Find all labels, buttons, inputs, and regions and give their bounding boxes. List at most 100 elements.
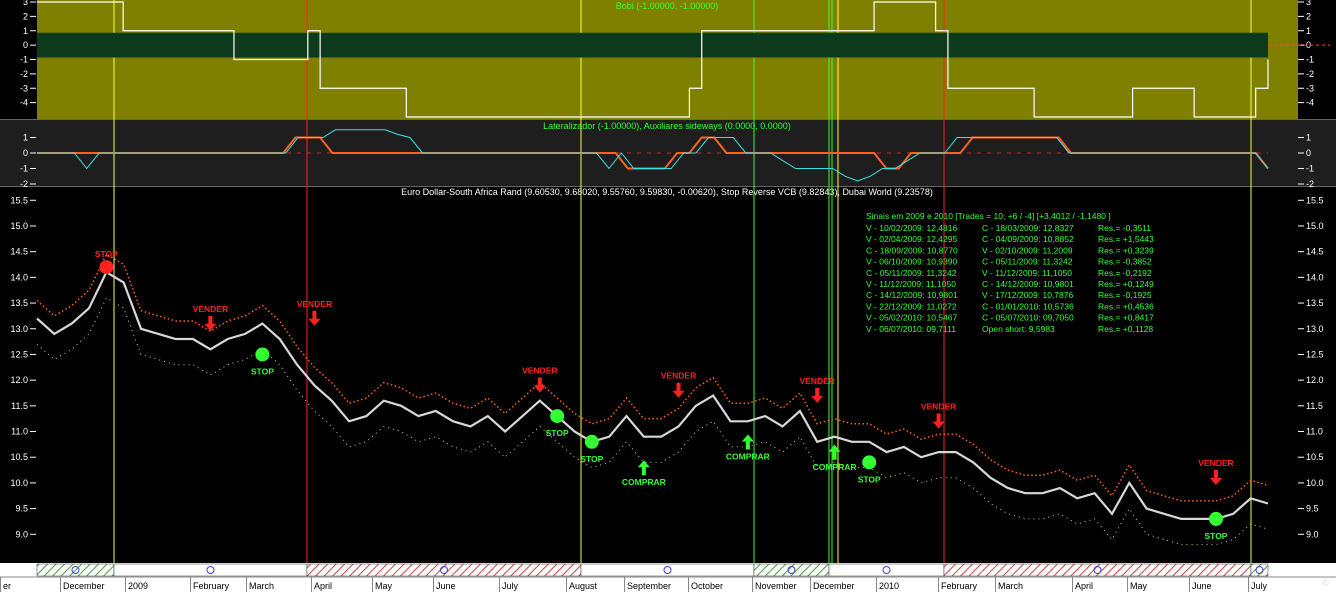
signal-label: STOP xyxy=(251,366,274,376)
timeline-segment xyxy=(943,563,1252,577)
signal-label: VENDER xyxy=(297,299,332,309)
price-ytick-right: 12.0 xyxy=(1306,375,1324,385)
bobi-ytick-right: 2 xyxy=(1306,11,1311,21)
price-ytick-left: 13.0 xyxy=(10,324,28,334)
copyright-mark: © xyxy=(1322,578,1329,588)
timeline-month-label: February xyxy=(193,581,230,591)
signal-label: VENDER xyxy=(193,304,228,314)
stats-row-close: C - 14/12/2009: 10,9801 xyxy=(982,279,1074,289)
stats-row-result: Res.= -0,2192 xyxy=(1098,268,1152,278)
signal-label: STOP xyxy=(580,454,603,464)
price-ytick-left: 14.5 xyxy=(10,247,28,257)
bobi-ytick-right: 1 xyxy=(1306,26,1311,36)
stats-row-close: V - 17/12/2009: 10,7876 xyxy=(982,290,1073,300)
lateral-ytick-left: -2 xyxy=(20,179,28,189)
stats-row-open: V - 10/02/2009: 12,4816 xyxy=(866,223,957,233)
price-ytick-right: 15.0 xyxy=(1306,221,1324,231)
timeline-segment xyxy=(1250,563,1269,577)
buy-stop-circle xyxy=(584,434,599,449)
signal-label: COMPRAR xyxy=(622,477,666,487)
stats-row-result: Res.= +0,1128 xyxy=(1098,324,1153,334)
price-ytick-right: 14.5 xyxy=(1306,247,1324,257)
timeline-segment xyxy=(113,563,308,577)
timeline-segment xyxy=(753,563,830,577)
signal-label: STOP xyxy=(1204,531,1227,541)
signal-label: VENDER xyxy=(799,376,834,386)
stats-row-open: V - 05/02/2010: 10,5467 xyxy=(866,313,957,323)
timeline-month-label: March xyxy=(249,581,274,591)
price-ytick-left: 10.5 xyxy=(10,452,28,462)
lateral-ytick-right: -2 xyxy=(1306,179,1314,189)
stats-header: Sinais em 2009 e 2010 [Trades = 10; +6 /… xyxy=(866,211,1111,221)
timeline-month-label: April xyxy=(314,581,332,591)
timeline-segment xyxy=(36,563,115,577)
bobi-ytick-left: 2 xyxy=(23,11,28,21)
price-ytick-right: 13.0 xyxy=(1306,324,1324,334)
timeline-month-label: July xyxy=(1251,581,1268,591)
signal-label: VENDER xyxy=(661,371,696,381)
bobi-pane-bg xyxy=(0,0,1336,119)
buy-stop-circle xyxy=(255,347,270,362)
timeline-month-label: December xyxy=(63,581,105,591)
timeline-month-label: October xyxy=(691,581,723,591)
stats-row-open: V - 22/12/2009: 11,0272 xyxy=(866,301,957,311)
price-ytick-left: 14.0 xyxy=(10,272,28,282)
signal-label: STOP xyxy=(858,474,881,484)
timeline-month-label: March xyxy=(998,581,1023,591)
stats-row-result: Res.= +0,1249 xyxy=(1098,279,1154,289)
bobi-ytick-left: -2 xyxy=(20,69,28,79)
bobi-ytick-left: -1 xyxy=(20,55,28,65)
bobi-ytick-right: 3 xyxy=(1306,0,1311,7)
stats-row-result: Res.= +0,3239 xyxy=(1098,245,1154,255)
signal-label: VENDER xyxy=(522,366,557,376)
price-ytick-right: 11.0 xyxy=(1306,427,1323,437)
price-ytick-left: 11.5 xyxy=(11,401,28,411)
signal-label: COMPRAR xyxy=(813,462,857,472)
stats-row-open: V - 11/12/2009: 11,1050 xyxy=(866,279,956,289)
lateral-ytick-right: 1 xyxy=(1306,133,1311,143)
timeline-month-label: July xyxy=(502,581,519,591)
signal-label: COMPRAR xyxy=(726,452,770,462)
price-ytick-right: 14.0 xyxy=(1306,272,1324,282)
bobi-ytick-left: 0 xyxy=(23,40,28,50)
stats-row-close: C - 05/07/2010: 09,7050 xyxy=(982,313,1074,323)
price-ytick-right: 13.5 xyxy=(1306,298,1324,308)
price-ytick-right: 11.5 xyxy=(1306,401,1323,411)
stats-row-close: Open short: 9,5983 xyxy=(982,324,1055,334)
signal-label: VENDER xyxy=(1198,458,1233,468)
timeline-month-label: 2009 xyxy=(128,581,148,591)
timeline-month-label: April xyxy=(1075,581,1093,591)
bobi-ytick-left: 1 xyxy=(23,26,28,36)
buy-stop-circle xyxy=(862,455,877,470)
timeline-month-label: 2010 xyxy=(879,581,899,591)
price-ytick-right: 12.5 xyxy=(1306,349,1324,359)
price-ytick-right: 15.5 xyxy=(1306,195,1324,205)
price-ytick-left: 15.5 xyxy=(10,195,28,205)
timeline-month-label: December xyxy=(813,581,855,591)
timeline-month-label: May xyxy=(1130,581,1148,591)
bobi-pane-title: Bobi (-1.00000, -1.00000) xyxy=(616,1,719,11)
trade-stats-panel: Sinais em 2009 e 2010 [Trades = 10; +6 /… xyxy=(866,211,1154,334)
price-ytick-left: 13.5 xyxy=(10,298,28,308)
buy-stop-circle xyxy=(550,409,565,424)
stats-row-result: Res.= +1,5443 xyxy=(1098,234,1154,244)
stats-row-open: C - 05/11/2009: 11,3242 xyxy=(866,268,957,278)
timeline-month-label: June xyxy=(436,581,456,591)
price-ytick-right: 9.5 xyxy=(1306,504,1319,514)
timeline-month-label: June xyxy=(1192,581,1212,591)
stats-row-open: C - 14/12/2009: 10,9801 xyxy=(866,290,958,300)
stats-row-open: C - 18/09/2009: 10,8770 xyxy=(866,245,958,255)
timeline-segment xyxy=(580,563,755,577)
lateral-ytick-left: 0 xyxy=(23,148,28,158)
bobi-ytick-right: -4 xyxy=(1306,98,1314,108)
timeline-segment xyxy=(828,563,945,577)
bobi-band xyxy=(37,32,1268,58)
timeline-month-label: er xyxy=(3,581,11,591)
lateral-ytick-right: -1 xyxy=(1306,164,1314,174)
stats-row-close: C - 05/11/2009: 11,3242 xyxy=(982,257,1073,267)
lateral-ytick-left: -1 xyxy=(20,164,28,174)
timeline-month-label: February xyxy=(941,581,978,591)
stats-row-result: Res.= -0,3852 xyxy=(1098,257,1152,267)
bobi-ytick-right: -2 xyxy=(1306,69,1314,79)
timeline-month-label: September xyxy=(627,581,671,591)
